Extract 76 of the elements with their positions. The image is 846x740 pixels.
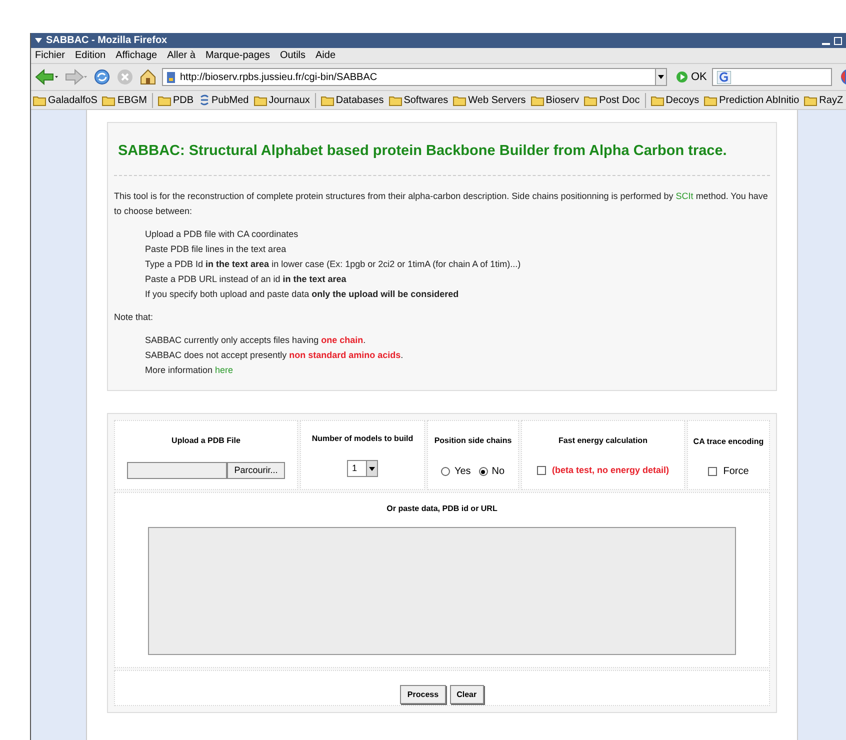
browse-button[interactable]: Parcourir...: [227, 462, 285, 479]
choice-text: Paste a PDB URL instead of an id in the text area: [145, 273, 348, 286]
folder-icon: [530, 94, 544, 106]
choice-text: Type a PDB Id in the text area in lower case (Ex: 1pgb or 2ci2 or 1timA (for chain A of 1tim)...): [145, 258, 522, 271]
folder-icon: [804, 94, 818, 106]
bookmark-item[interactable]: Databases: [320, 92, 384, 108]
maximize-icon[interactable]: [834, 36, 842, 44]
folder-icon: [453, 94, 466, 106]
page-icon: [167, 72, 175, 82]
paste-label: Or paste data, PDB id or URL: [386, 503, 498, 515]
bookmark-item[interactable]: Prediction AbInitio: [704, 92, 800, 108]
back-arrow-icon[interactable]: [35, 69, 59, 85]
folder-icon: [584, 94, 598, 106]
note-text: More information here: [145, 364, 234, 377]
menu-item[interactable]: Edition: [75, 48, 106, 63]
file-path-field[interactable]: [127, 462, 228, 479]
folder-icon: [102, 94, 116, 106]
note-text: SABBAC does not accept presently non standard amino acids.: [145, 349, 404, 362]
more-info-link[interactable]: here: [215, 365, 234, 375]
bookmark-item[interactable]: EBGM: [102, 92, 147, 108]
home-icon[interactable]: [139, 68, 157, 86]
form-button[interactable]: Process: [400, 685, 446, 704]
choice-text: Paste PDB file lines in the text area: [145, 243, 288, 256]
radio-option[interactable]: Yes: [441, 464, 471, 479]
folder-icon: [388, 94, 402, 106]
address-field[interactable]: http://bioserv.rpbs.jussieu.fr/cgi-bin/SABBAC: [162, 68, 656, 86]
upload-label: Upload a PDB File: [172, 435, 240, 447]
menu-item[interactable]: Aide: [316, 48, 336, 63]
swirl-icon: [198, 94, 210, 106]
url-text: http://bioserv.rpbs.jussieu.fr/cgi-bin/SABBAC: [180, 70, 378, 84]
reload-icon[interactable]: [93, 68, 111, 86]
window-title: SABBAC - Mozilla Firefox: [46, 34, 168, 48]
triangle-down-icon[interactable]: [35, 38, 42, 43]
energy-label: Fast energy calculation: [558, 435, 648, 447]
form-button[interactable]: Clear: [450, 685, 484, 704]
folder-icon: [158, 94, 171, 106]
bookmark-item[interactable]: GaladalfoS: [33, 92, 98, 108]
bookmark-item[interactable]: Web Servers: [453, 92, 526, 108]
menu-item[interactable]: Outils: [280, 48, 306, 63]
menu-item[interactable]: Aller à: [167, 48, 196, 63]
folder-icon: [650, 94, 664, 106]
choice-text: If you specify both upload and paste data only the upload will be considered: [145, 288, 460, 301]
bookmark-item[interactable]: Decoys: [650, 92, 700, 108]
models-select[interactable]: 1: [347, 460, 378, 477]
note-label: Note that:: [114, 311, 154, 324]
models-label: Number of models to build: [312, 433, 414, 445]
play-icon: [676, 71, 688, 83]
radio-option[interactable]: No: [478, 464, 505, 479]
caret-icon: [658, 75, 664, 79]
menu-item[interactable]: Fichier: [35, 48, 66, 63]
folder-icon: [320, 94, 334, 106]
choice-text: Upload a PDB file with CA coordinates: [145, 228, 300, 241]
note-text: SABBAC currently only accepts files having one chain.: [145, 334, 367, 347]
bookmark-item[interactable]: Bioserv: [530, 92, 580, 108]
menu-item[interactable]: Marque-pages: [205, 48, 270, 63]
menu-item[interactable]: Affichage: [116, 48, 158, 63]
bookmark-item[interactable]: Post Doc: [584, 92, 640, 108]
go-button[interactable]: OK: [676, 68, 707, 86]
ca-trace-label: CA trace encoding: [693, 436, 764, 448]
force-checkbox[interactable]: Force: [708, 464, 749, 479]
bookmark-item[interactable]: PubMed: [198, 92, 249, 108]
side-chains-label: Position side chains: [434, 435, 512, 447]
folder-icon: [33, 94, 46, 106]
search-field[interactable]: [712, 68, 832, 86]
search-engine-icon[interactable]: [716, 70, 731, 84]
bookmark-item[interactable]: RayZ: [804, 92, 844, 108]
page-heading: SABBAC: Structural Alphabet based protein Backbone Builder from Alpha Carbon trace.: [114, 123, 770, 176]
dropdown-button[interactable]: [655, 68, 667, 86]
bookmark-item[interactable]: Softwares: [388, 92, 448, 108]
caret-icon: [369, 466, 375, 470]
folder-icon: [254, 94, 267, 106]
folder-icon: [704, 94, 718, 106]
intro-text: This tool is for the reconstruction of complete protein structures from their alpha-carbon description. Side chains positionning is performed by SCIt method. You have to choose between:: [114, 190, 769, 218]
energy-checkbox[interactable]: (beta test, no energy detail): [536, 464, 670, 478]
bookmark-item[interactable]: Journaux: [254, 92, 310, 108]
bookmark-item[interactable]: PDB: [158, 92, 194, 108]
